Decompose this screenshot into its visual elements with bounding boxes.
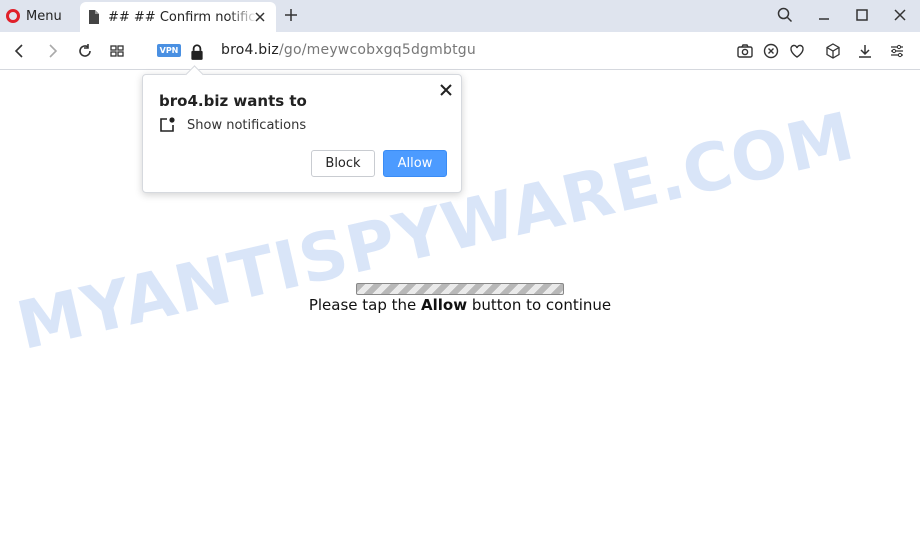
permission-row: Show notifications (159, 117, 306, 133)
maximize-icon[interactable] (854, 7, 870, 23)
allow-button[interactable]: Allow (383, 150, 447, 177)
vpn-badge[interactable]: VPN (157, 44, 181, 57)
ad-block-icon[interactable] (762, 42, 780, 60)
url-field[interactable]: bro4.biz/go/meywcobxgq5dgmbtgu (221, 42, 476, 58)
message-before: Please tap the (308, 296, 422, 314)
back-icon[interactable] (11, 42, 29, 60)
camera-icon[interactable] (736, 42, 754, 60)
close-window-icon[interactable] (892, 7, 908, 23)
lock-icon[interactable] (188, 43, 206, 61)
permission-label: Show notifications (187, 117, 307, 133)
message-bold: Allow (421, 296, 468, 314)
easy-setup-icon[interactable] (888, 42, 906, 60)
reload-icon[interactable] (76, 42, 94, 60)
progress-bar (356, 283, 564, 295)
close-tab-icon[interactable] (252, 9, 268, 25)
message-after: button to continue (467, 296, 612, 314)
new-tab-icon[interactable] (282, 6, 300, 24)
url-host: bro4.biz (221, 42, 279, 58)
tab-active[interactable]: ## ## Confirm notifications (80, 2, 276, 32)
url-path: /go/meywcobxgq5dgmbtgu (278, 42, 476, 58)
heart-icon[interactable] (788, 42, 806, 60)
tab-bar: Menu ## ## Confirm notifications (0, 0, 920, 32)
snapshot-cube-icon[interactable] (824, 42, 842, 60)
search-icon[interactable] (777, 7, 793, 23)
block-button[interactable]: Block (311, 150, 375, 177)
close-icon[interactable] (439, 83, 453, 97)
popup-title: bro4.biz wants to (159, 92, 307, 110)
continue-message: Please tap the Allow button to continue (0, 296, 920, 314)
notification-permission-popup: bro4.biz wants to Show notifications Blo… (142, 65, 462, 193)
opera-logo-icon (6, 9, 20, 23)
opera-menu-button[interactable]: Menu (6, 0, 62, 32)
document-icon (89, 10, 99, 24)
forward-icon[interactable] (43, 42, 61, 60)
speed-dial-icon[interactable] (108, 42, 126, 60)
address-bar: VPN bro4.biz/go/meywcobxgq5dgmbtgu (0, 32, 920, 70)
download-icon[interactable] (856, 42, 874, 60)
tab-title: ## ## Confirm notifications (108, 9, 258, 25)
menu-label: Menu (26, 8, 62, 24)
minimize-icon[interactable] (816, 7, 832, 23)
notification-bell-icon (160, 117, 175, 132)
